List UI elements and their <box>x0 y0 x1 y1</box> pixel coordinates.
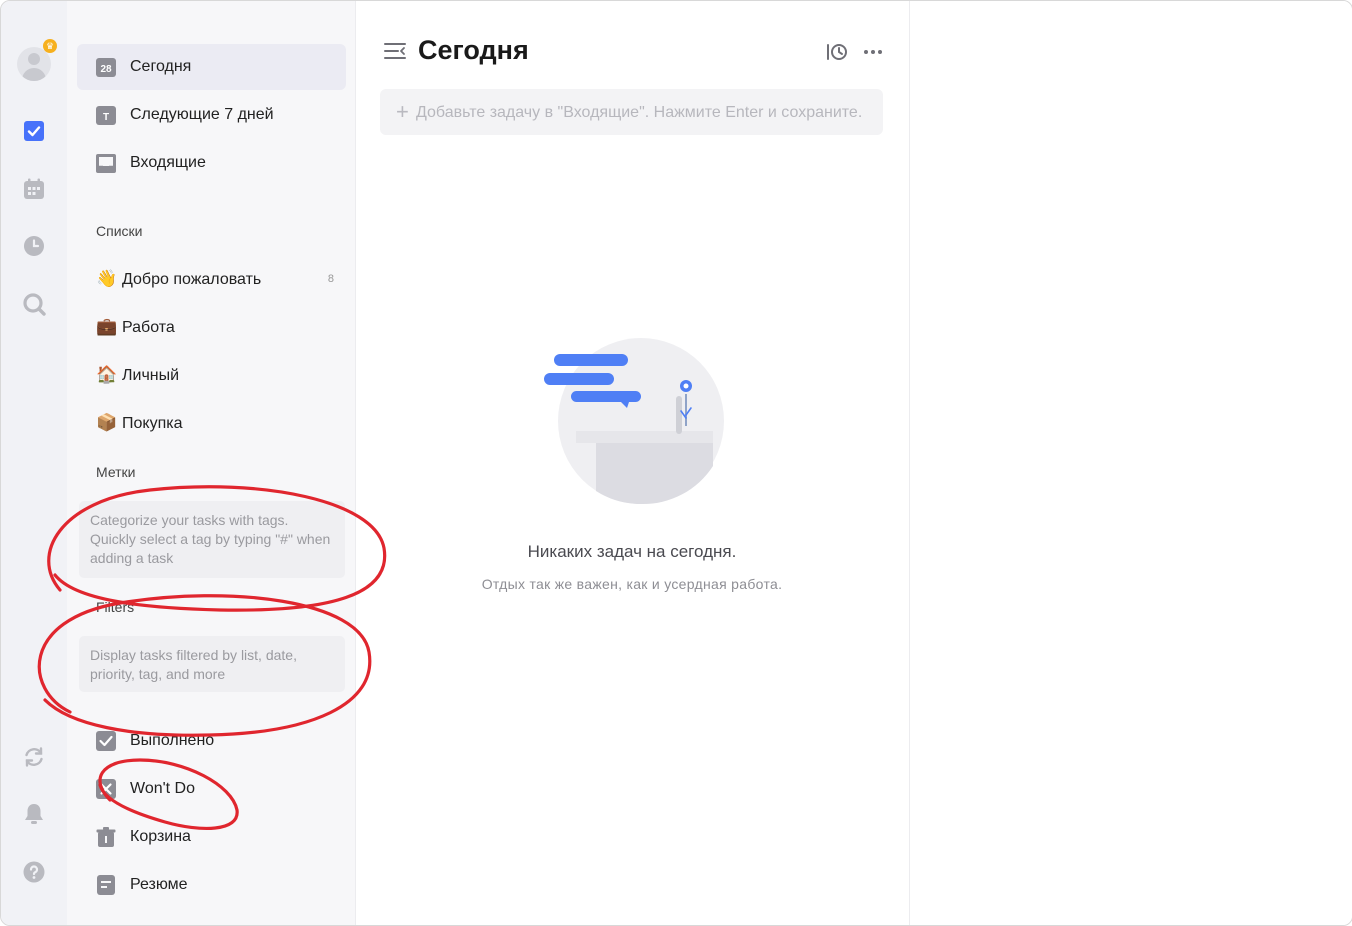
waving-hand-icon: 👋 <box>96 269 118 288</box>
app-window: ♛ 28 Сегодня T Следующие 7 дней Входящие… <box>0 0 1352 926</box>
tags-section-title: Метки <box>96 464 136 480</box>
inbox-icon <box>96 154 116 173</box>
calendar-day-icon: 28 <box>96 58 116 77</box>
filters-section-title: Filters <box>96 599 135 615</box>
tags-hint: Categorize your tasks with tags. Quickly… <box>79 501 345 578</box>
empty-state-title: Никаких задач на сегодня. <box>527 542 737 561</box>
nav-summary-label: Резюме <box>130 876 188 893</box>
list-item-label: Личный <box>122 367 180 384</box>
list-item-shopping[interactable]: 📦 Покупка <box>77 402 346 446</box>
list-item-welcome[interactable]: 👋 Добро пожаловать 8 <box>77 258 346 302</box>
clock-icon[interactable] <box>22 234 46 258</box>
checkbox-icon[interactable] <box>22 119 46 143</box>
trash-icon <box>96 827 116 847</box>
checked-box-icon <box>96 731 116 751</box>
summary-icon <box>97 875 115 895</box>
list-item-label: Добро пожаловать <box>122 271 262 288</box>
list-item-work[interactable]: 💼 Работа <box>77 306 346 350</box>
empty-state-subtitle: Отдых так же важен, как и усердная работ… <box>481 576 783 592</box>
nav-today-label: Сегодня <box>130 58 192 75</box>
nav-wont-do-label: Won't Do <box>130 780 196 797</box>
main-panel: Сегодня + Добавьте задачу в "Входящие". … <box>356 1 908 925</box>
nav-inbox-label: Входящие <box>130 154 206 171</box>
nav-summary[interactable]: Резюме <box>77 862 346 908</box>
list-item-personal[interactable]: 🏠 Личный <box>77 354 346 398</box>
nav-completed[interactable]: Выполнено <box>77 718 346 764</box>
svg-text:T: T <box>103 112 109 123</box>
help-icon[interactable] <box>22 860 46 884</box>
add-task-placeholder: Добавьте задачу в "Входящие". Нажмите En… <box>416 104 863 121</box>
house-icon: 🏠 <box>96 365 118 384</box>
svg-text:28: 28 <box>100 64 112 75</box>
history-icon[interactable] <box>826 41 848 63</box>
list-item-label: Работа <box>122 319 175 336</box>
navigation-rail: ♛ <box>1 1 67 925</box>
nav-next-7-days[interactable]: T Следующие 7 дней <box>77 92 346 138</box>
nav-completed-label: Выполнено <box>130 732 215 749</box>
collapse-sidebar-icon[interactable] <box>384 41 406 61</box>
task-count-badge: 8 <box>327 273 334 285</box>
page-title: Сегодня <box>418 35 529 65</box>
search-icon[interactable] <box>22 292 46 316</box>
detail-pane <box>909 1 1352 925</box>
crossed-box-icon <box>96 779 116 799</box>
list-item-label: Покупка <box>122 415 183 432</box>
calendar-week-icon: T <box>96 106 116 125</box>
nav-trash-label: Корзина <box>130 828 191 845</box>
nav-today[interactable]: 28 Сегодня <box>77 44 346 90</box>
filters-hint: Display tasks filtered by list, date, pr… <box>79 636 345 692</box>
nav-inbox[interactable]: Входящие <box>77 140 346 186</box>
briefcase-icon: 💼 <box>96 317 118 336</box>
nav-wont-do[interactable]: Won't Do <box>77 766 346 812</box>
bell-icon[interactable] <box>22 802 46 826</box>
package-icon: 📦 <box>96 413 118 432</box>
sidebar: 28 Сегодня T Следующие 7 дней Входящие С… <box>67 1 356 925</box>
lists-section-title: Списки <box>96 223 143 239</box>
empty-state-illustration <box>544 338 724 505</box>
plus-icon: + <box>396 99 409 124</box>
crown-icon: ♛ <box>43 39 57 53</box>
sync-icon[interactable] <box>22 745 46 769</box>
add-task-input[interactable]: + Добавьте задачу в "Входящие". Нажмите … <box>380 89 883 135</box>
nav-trash[interactable]: Корзина <box>77 814 346 860</box>
more-options-icon[interactable] <box>862 41 884 63</box>
calendar-icon[interactable] <box>22 177 46 201</box>
nav-next-7-days-label: Следующие 7 дней <box>130 106 274 123</box>
